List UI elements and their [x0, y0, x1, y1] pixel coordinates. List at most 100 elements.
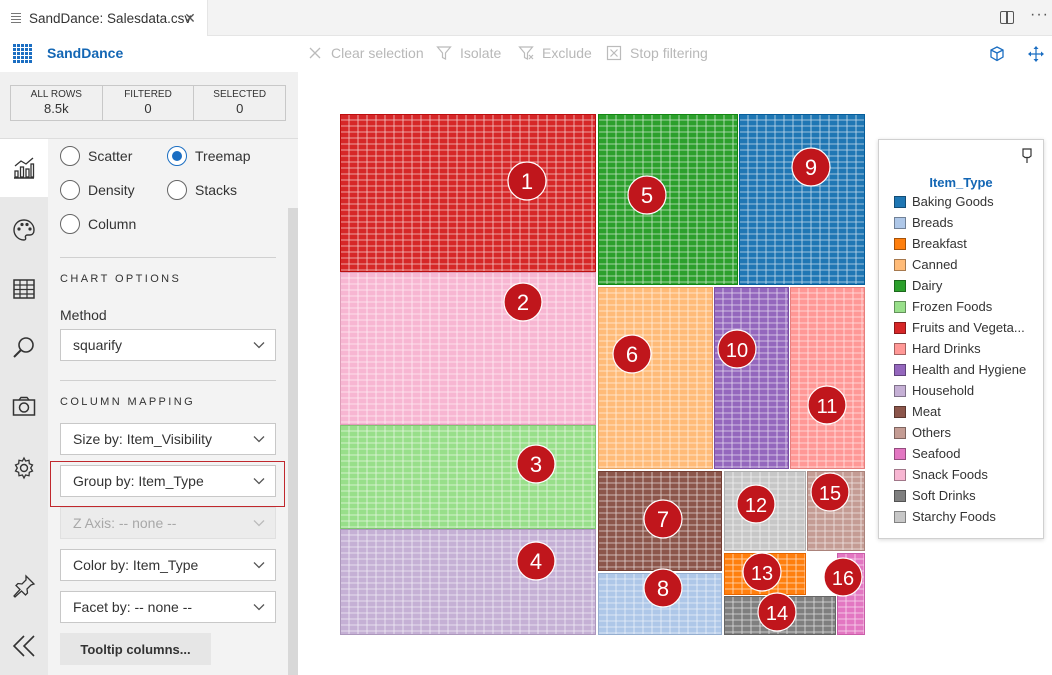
legend-item[interactable]: Canned: [894, 254, 958, 275]
counter-value: 0: [236, 101, 244, 116]
legend-swatch: [894, 216, 906, 229]
editor-tab[interactable]: SandDance: Salesdata.csv ✕: [0, 0, 208, 36]
column-mapping-heading: COLUMN MAPPING: [60, 396, 196, 408]
table-icon: [13, 279, 35, 299]
legend-item[interactable]: Snack Foods: [894, 464, 988, 485]
legend-label: Seafood: [912, 446, 961, 461]
radio-circle: [167, 180, 187, 200]
color-by-select[interactable]: Color by: Item_Type: [60, 549, 276, 581]
rail-item-settings[interactable]: [0, 439, 48, 497]
clear-selection-button[interactable]: Clear selection: [307, 45, 424, 61]
brand-name: SandDance: [47, 45, 124, 61]
treemap-group-area[interactable]: [340, 425, 596, 529]
legend-swatch: [894, 384, 906, 397]
legend-swatch: [894, 300, 906, 313]
treemap-group[interactable]: [340, 114, 596, 272]
size-by-select[interactable]: Size by: Item_Visibility: [60, 423, 276, 455]
group-number-label: 13: [751, 563, 773, 585]
legend-label: Snack Foods: [912, 467, 988, 482]
size-by-value: Size by: Item_Visibility: [73, 431, 213, 447]
treemap-group[interactable]: [790, 287, 865, 469]
treemap-group-area[interactable]: [790, 287, 865, 469]
treemap-group[interactable]: [598, 287, 713, 469]
rail-item-data[interactable]: [0, 260, 48, 318]
radio-label: Scatter: [88, 148, 133, 164]
radio-column[interactable]: Column: [60, 214, 136, 234]
rail-item-collapse[interactable]: [0, 617, 48, 675]
legend-item[interactable]: Household: [894, 380, 974, 401]
radio-density[interactable]: Density: [60, 180, 135, 200]
color-legend: Item_Type Baking Goods Breads Breakfast Can…: [878, 139, 1044, 539]
group-number-label: 1: [521, 169, 533, 194]
fit-view-icon[interactable]: [1027, 45, 1045, 63]
treemap-chart[interactable]: 1 2 3 4 5 6 7 8 9 10 11 12 13 14 15 16: [340, 114, 865, 635]
rail-item-pin[interactable]: [0, 557, 48, 615]
legend-item[interactable]: Fruits and Vegeta...: [894, 317, 1025, 338]
group-by-value: Group by: Item_Type: [73, 473, 204, 489]
treemap-group[interactable]: [340, 529, 596, 635]
treemap-group-area[interactable]: [714, 287, 789, 469]
facet-by-select[interactable]: Facet by: -- none --: [60, 591, 276, 623]
funnel-icon: [436, 45, 452, 61]
treemap-group[interactable]: [340, 272, 596, 425]
clear-selection-label: Clear selection: [331, 45, 424, 61]
group-number-label: 8: [657, 576, 669, 601]
legend-item[interactable]: Baking Goods: [894, 191, 994, 212]
panel-scrollbar[interactable]: [288, 208, 298, 675]
treemap-group[interactable]: [598, 114, 738, 285]
stop-filtering-button[interactable]: Stop filtering: [606, 45, 708, 61]
z-axis-value: Z Axis: -- none --: [73, 515, 177, 531]
more-actions-icon[interactable]: ···: [1030, 6, 1049, 24]
legend-item[interactable]: Soft Drinks: [894, 485, 976, 506]
legend-item[interactable]: Starchy Foods: [894, 506, 996, 527]
radio-treemap[interactable]: Treemap: [167, 146, 251, 166]
treemap-group-area[interactable]: [340, 272, 596, 425]
legend-item[interactable]: Hard Drinks: [894, 338, 981, 359]
stop-filtering-label: Stop filtering: [630, 45, 708, 61]
legend-item[interactable]: Meat: [894, 401, 941, 422]
group-number-label: 12: [745, 495, 767, 517]
legend-item[interactable]: Breads: [894, 212, 953, 233]
legend-item[interactable]: Dairy: [894, 275, 942, 296]
group-by-select[interactable]: Group by: Item_Type: [60, 465, 276, 497]
treemap-group-area[interactable]: [598, 287, 713, 469]
counter-value: 0: [144, 101, 152, 116]
x-icon: [307, 45, 323, 61]
legend-swatch: [894, 237, 906, 250]
rail-item-snapshots[interactable]: [0, 378, 48, 436]
treemap-svg[interactable]: 12345678910111213141516: [340, 114, 865, 635]
chevron-down-icon: [253, 342, 265, 349]
treemap-group[interactable]: [739, 114, 865, 285]
isolate-label: Isolate: [460, 45, 502, 61]
split-editor-icon[interactable]: [1000, 11, 1014, 24]
treemap-group[interactable]: [340, 425, 596, 529]
close-icon[interactable]: ✕: [181, 9, 199, 27]
radio-scatter[interactable]: Scatter: [60, 146, 132, 166]
legend-item[interactable]: Frozen Foods: [894, 296, 992, 317]
treemap-group-area[interactable]: [598, 114, 738, 285]
isolate-button[interactable]: Isolate: [436, 45, 501, 61]
legend-label: Fruits and Vegeta...: [912, 320, 1025, 335]
all-rows-counter: ALL ROWS 8.5k: [11, 86, 103, 120]
method-select[interactable]: squarify: [60, 329, 276, 361]
rail-item-color[interactable]: [0, 201, 48, 259]
legend-label: Others: [912, 425, 952, 440]
legend-label: Starchy Foods: [912, 509, 996, 524]
rail-item-chart[interactable]: [0, 139, 48, 197]
legend-item[interactable]: Seafood: [894, 443, 960, 464]
treemap-group[interactable]: [714, 287, 789, 469]
method-value: squarify: [73, 337, 123, 353]
radio-stacks[interactable]: Stacks: [167, 180, 237, 200]
palette-icon: [13, 219, 35, 241]
rail-item-search[interactable]: [0, 319, 48, 377]
legend-item[interactable]: Breakfast: [894, 233, 967, 254]
search-icon: [13, 337, 34, 358]
3d-view-icon[interactable]: [988, 45, 1006, 63]
radio-circle-selected: [167, 146, 187, 166]
pin-icon[interactable]: [1021, 148, 1033, 164]
exclude-button[interactable]: Exclude: [518, 45, 592, 61]
legend-item[interactable]: Others: [894, 422, 951, 443]
legend-item[interactable]: Health and Hygiene: [894, 359, 1026, 380]
tooltip-columns-button[interactable]: Tooltip columns...: [60, 633, 211, 665]
selected-counter: SELECTED 0: [194, 86, 285, 120]
